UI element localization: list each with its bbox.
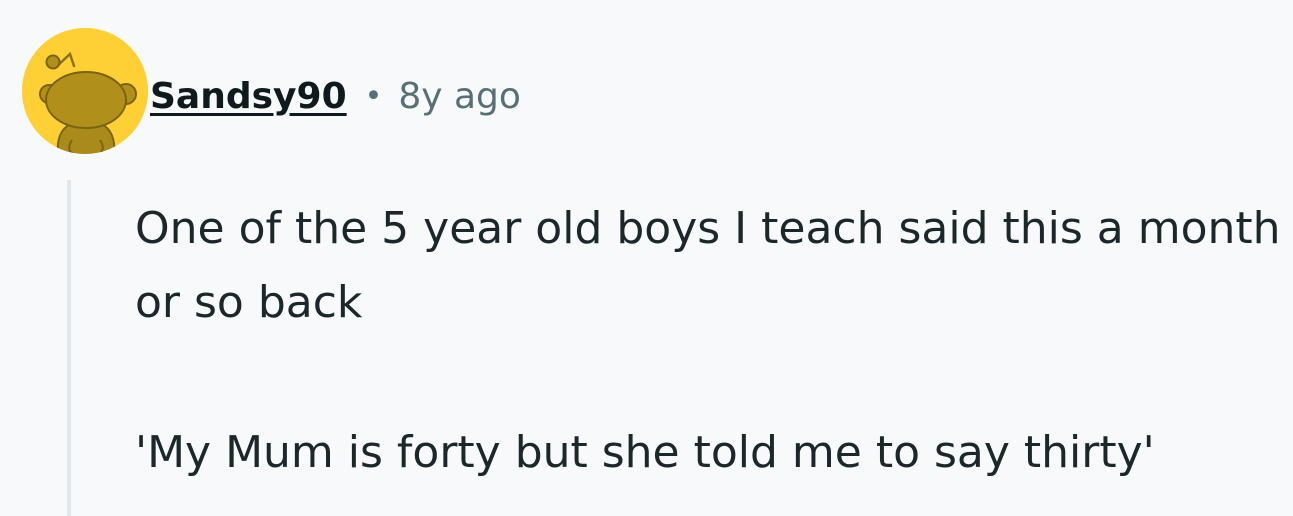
comment-meta: Sandsy90 • 8y ago <box>150 70 521 122</box>
meta-separator: • <box>364 78 383 114</box>
thread-line[interactable] <box>67 180 71 516</box>
comment: Sandsy90 • 8y ago One of the 5 year old … <box>0 0 1293 516</box>
snoo-avatar-icon <box>22 28 148 154</box>
username-link[interactable]: Sandsy90 <box>150 76 347 117</box>
comment-body: One of the 5 year old boys I teach said … <box>135 192 1285 490</box>
comment-paragraph: 'My Mum is forty but she told me to say … <box>135 427 1155 478</box>
comment-timestamp[interactable]: 8y ago <box>398 76 521 117</box>
user-avatar[interactable] <box>22 28 148 154</box>
comment-paragraph: One of the 5 year old boys I teach said … <box>135 203 1281 328</box>
